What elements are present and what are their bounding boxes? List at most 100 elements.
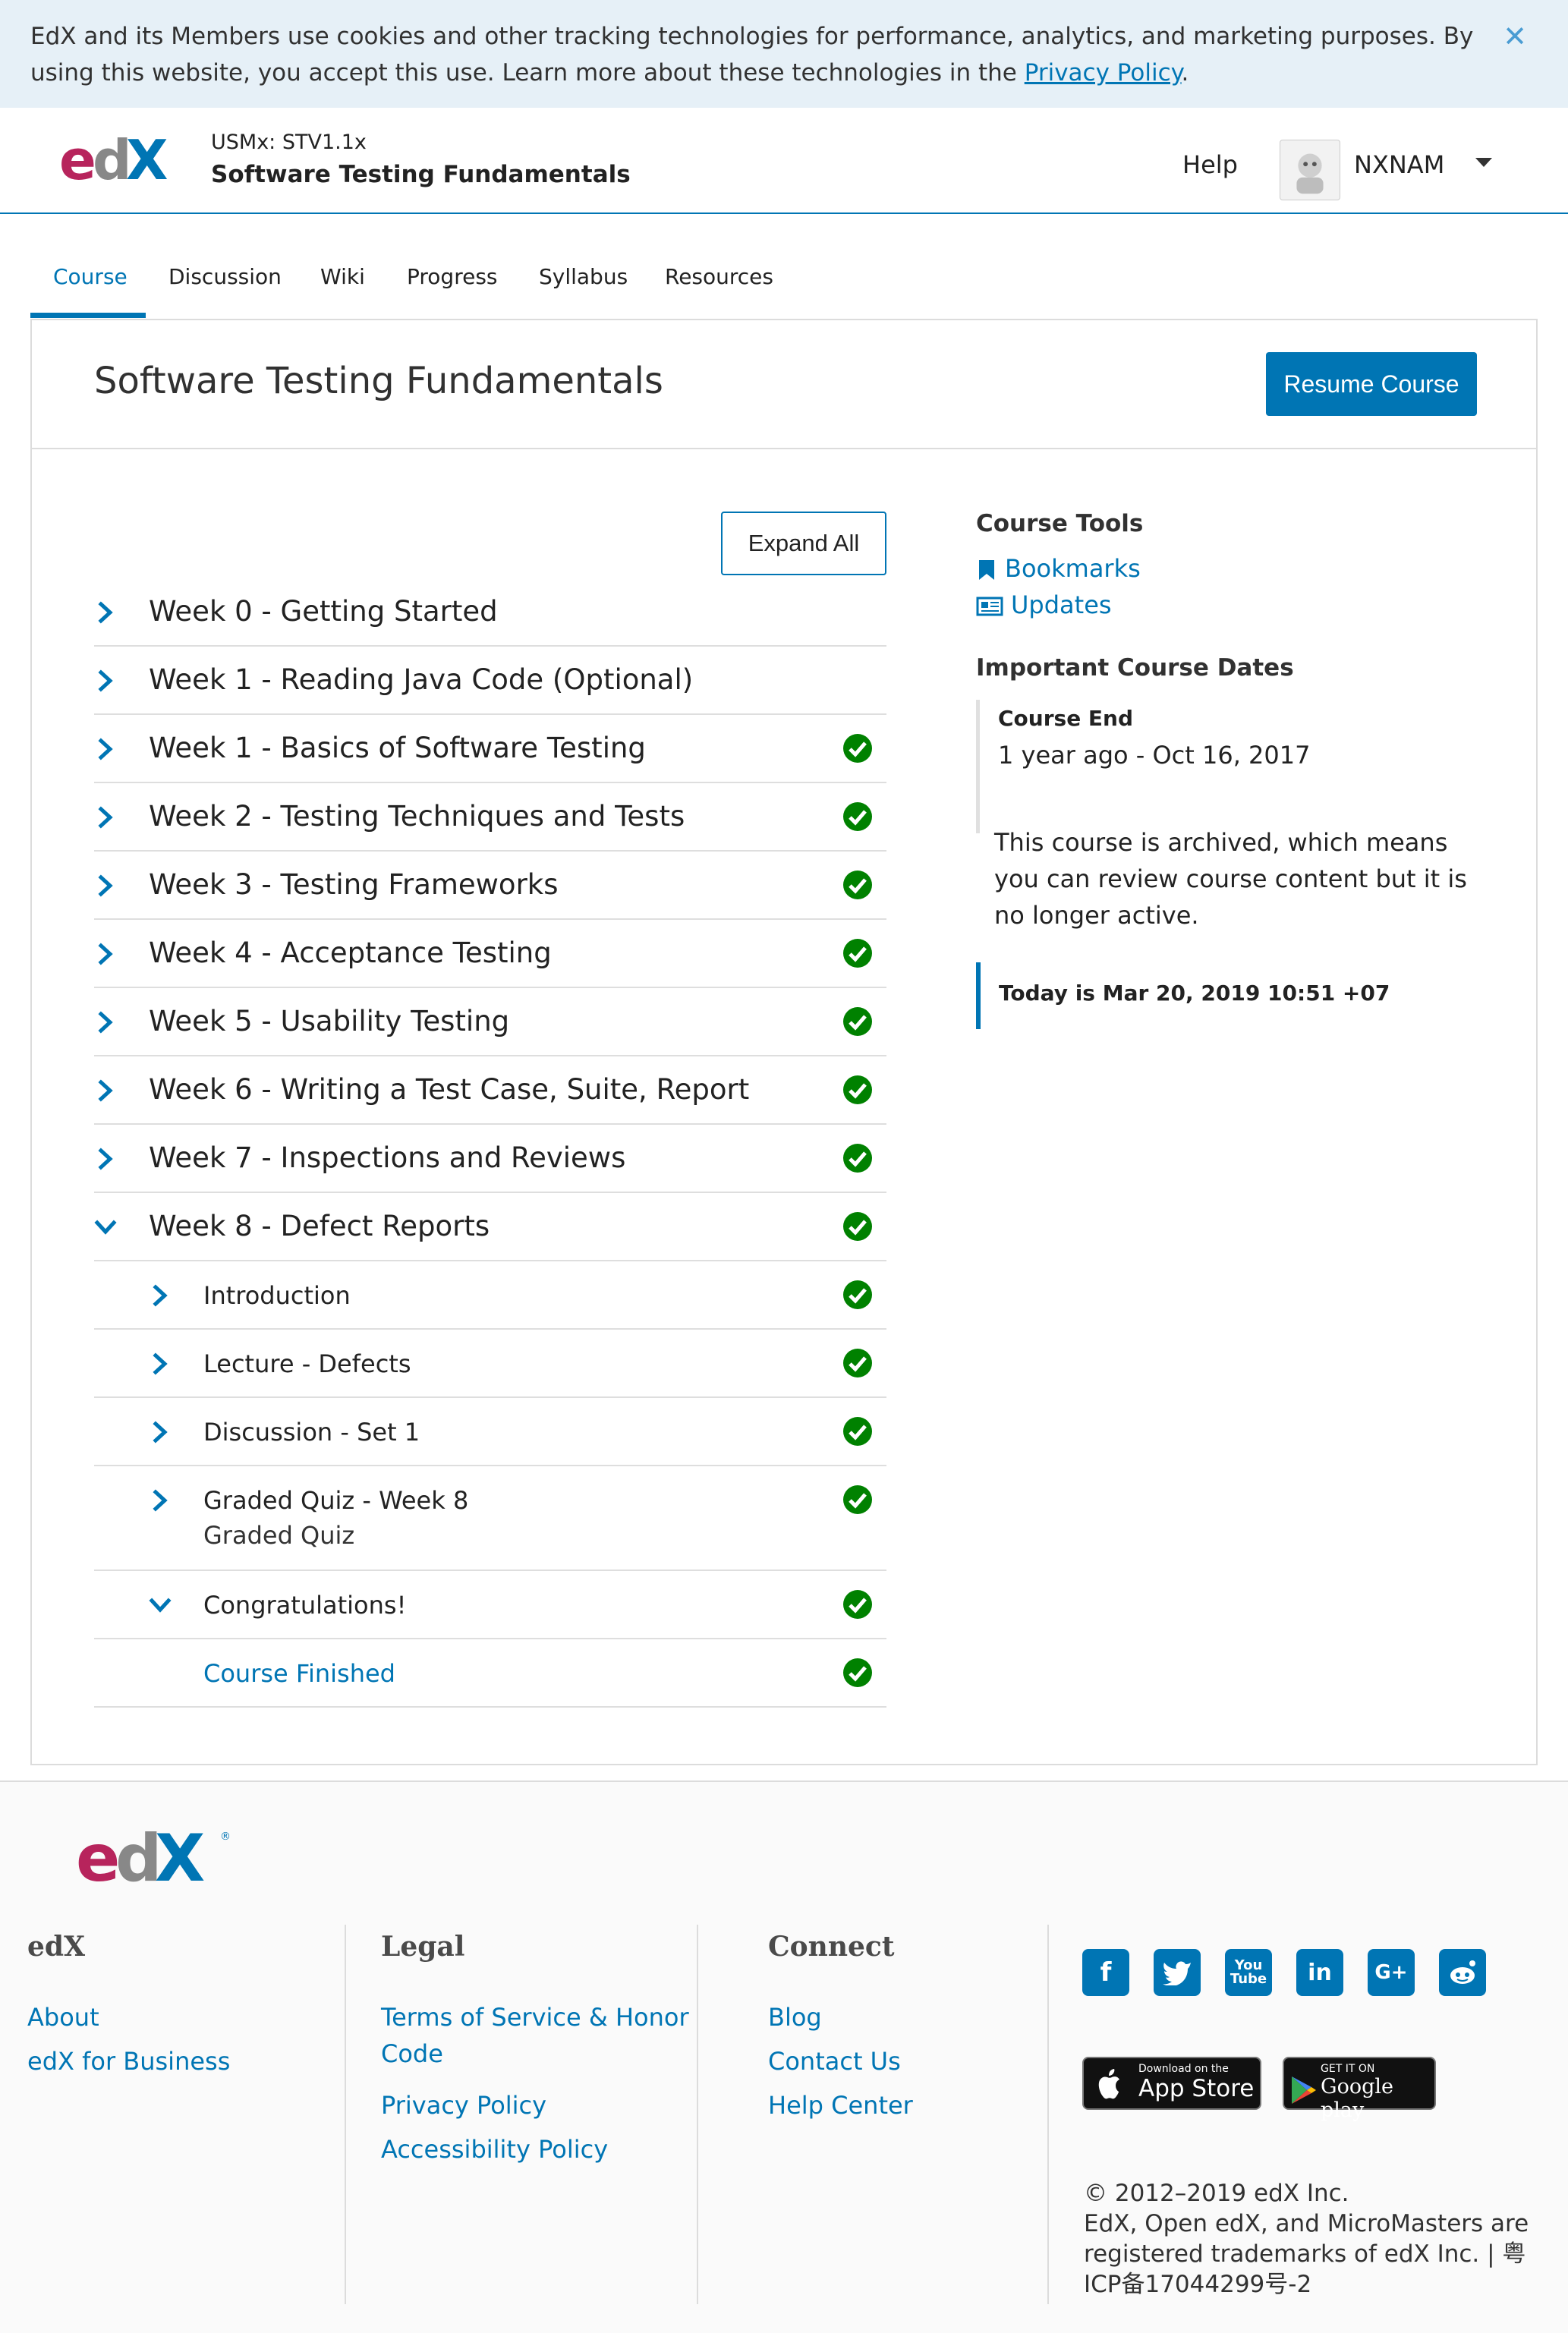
privacy-policy-link[interactable]: Privacy Policy <box>1025 59 1182 87</box>
outline-subsection[interactable]: Congratulations! <box>94 1571 886 1639</box>
user-menu-caret-icon[interactable] <box>1475 158 1492 167</box>
today-block: Today is Mar 20, 2019 10:51 +07 <box>976 962 1492 1029</box>
footer-business-link[interactable]: edX for Business <box>27 2043 230 2080</box>
cookie-text: EdX and its Members use cookies and othe… <box>30 18 1503 91</box>
outline-section[interactable]: Week 1 - Reading Java Code (Optional) <box>94 647 886 715</box>
edx-logo[interactable]: e d X <box>59 131 188 191</box>
footer-accessibility-link[interactable]: Accessibility Policy <box>381 2131 608 2168</box>
footer-blog-link[interactable]: Blog <box>768 1999 822 2035</box>
twitter-icon[interactable] <box>1154 1949 1201 1996</box>
chevron-right-icon[interactable] <box>94 874 117 897</box>
outline-item-label: Discussion - Set 1 <box>203 1418 420 1447</box>
course-end-block: Course End 1 year ago - Oct 16, 2017 <box>976 700 1492 833</box>
important-dates-title: Important Course Dates <box>976 654 1294 682</box>
outline-section[interactable]: Week 1 - Basics of Software Testing <box>94 715 886 783</box>
course-finished-link[interactable]: Course Finished <box>203 1659 395 1688</box>
chevron-right-icon[interactable] <box>94 806 117 829</box>
footer-about-link[interactable]: About <box>27 1999 99 2035</box>
tab-resources[interactable]: Resources <box>665 264 773 289</box>
footer-edx-title: edX <box>27 1931 86 1963</box>
outline-item-label: Week 0 - Getting Started <box>149 595 498 628</box>
outline-section[interactable]: Week 5 - Usability Testing <box>94 988 886 1056</box>
chevron-right-icon[interactable] <box>149 1489 172 1512</box>
outline-section[interactable]: Week 7 - Inspections and Reviews <box>94 1125 886 1193</box>
facebook-icon[interactable]: f <box>1082 1949 1129 1996</box>
google-play-badge[interactable]: GET IT ON Google play <box>1283 2057 1436 2122</box>
outline-subsection[interactable]: Discussion - Set 1 <box>94 1398 886 1466</box>
completed-check-icon <box>842 733 873 763</box>
youtube-icon[interactable]: You Tube <box>1225 1949 1272 1996</box>
course-tools-title: Course Tools <box>976 510 1144 537</box>
completed-check-icon <box>842 938 873 968</box>
chevron-right-icon[interactable] <box>94 669 117 692</box>
appstore-small-text: Download on the <box>1138 2063 1229 2075</box>
bookmarks-link[interactable]: Bookmarks <box>976 554 1141 583</box>
site-header: e d X USMx: STV1.1x Software Testing Fun… <box>0 108 1568 214</box>
chevron-down-icon[interactable] <box>149 1594 172 1617</box>
outline-item-label: Week 3 - Testing Frameworks <box>149 868 559 901</box>
resume-course-button[interactable]: Resume Course <box>1266 352 1477 416</box>
completed-check-icon <box>842 870 873 900</box>
chevron-down-icon[interactable] <box>94 1216 117 1239</box>
chevron-right-icon[interactable] <box>94 1079 117 1102</box>
avatar[interactable] <box>1280 140 1340 200</box>
updates-label: Updates <box>1011 590 1112 619</box>
reddit-icon[interactable] <box>1439 1949 1486 1996</box>
course-end-value: 1 year ago - Oct 16, 2017 <box>998 741 1311 770</box>
footer-edx-logo[interactable]: e d X ® <box>76 1823 235 1891</box>
google-plus-icon[interactable]: G+ <box>1368 1949 1415 1996</box>
close-icon[interactable]: ✕ <box>1503 20 1527 53</box>
tab-syllabus[interactable]: Syllabus <box>539 264 628 289</box>
outline-section[interactable]: Week 3 - Testing Frameworks <box>94 852 886 920</box>
tab-discussion[interactable]: Discussion <box>168 264 282 289</box>
chevron-right-icon[interactable] <box>94 1011 117 1034</box>
outline-item-label: Week 4 - Acceptance Testing <box>149 937 552 969</box>
outline-subsection[interactable]: Graded Quiz - Week 8 Graded Quiz <box>94 1466 886 1571</box>
tab-course[interactable]: Course <box>53 264 128 289</box>
tab-wiki[interactable]: Wiki <box>320 264 365 289</box>
footer-divider <box>345 1925 346 2304</box>
outline-item-label: Week 1 - Reading Java Code (Optional) <box>149 663 694 696</box>
reddit-alien-glyph <box>1450 1960 1475 1984</box>
outline-subsection[interactable]: Course Finished <box>94 1639 886 1708</box>
outline-section[interactable]: Week 8 - Defect Reports <box>94 1193 886 1261</box>
expand-all-button[interactable]: Expand All <box>721 512 886 575</box>
bookmark-icon <box>979 560 994 580</box>
outline-section[interactable]: Week 2 - Testing Techniques and Tests <box>94 783 886 852</box>
footer-terms-link[interactable]: Terms of Service & Honor Code <box>381 1999 700 2072</box>
help-link[interactable]: Help <box>1182 150 1238 179</box>
footer-contact-link[interactable]: Contact Us <box>768 2043 901 2080</box>
twitter-bird-glyph <box>1163 1961 1191 1985</box>
footer-help-center-link[interactable]: Help Center <box>768 2087 913 2124</box>
updates-link[interactable]: Updates <box>976 590 1112 619</box>
chevron-right-icon[interactable] <box>149 1352 172 1375</box>
outline-section[interactable]: Week 4 - Acceptance Testing <box>94 920 886 988</box>
outline-subsection[interactable]: Introduction <box>94 1261 886 1330</box>
completed-check-icon <box>842 1006 873 1037</box>
outline-item-label: Introduction <box>203 1281 351 1310</box>
completed-check-icon <box>842 1589 873 1620</box>
chevron-right-icon[interactable] <box>149 1284 172 1307</box>
footer-privacy-link[interactable]: Privacy Policy <box>381 2087 546 2124</box>
chevron-right-icon[interactable] <box>94 601 117 624</box>
outline-item-label: Congratulations! <box>203 1591 407 1620</box>
chevron-right-icon[interactable] <box>94 738 117 760</box>
username[interactable]: NXNAM <box>1354 150 1444 179</box>
linkedin-icon[interactable]: in <box>1296 1949 1343 1996</box>
appstore-big-text: App Store <box>1138 2075 1255 2102</box>
outline-subsection[interactable]: Lecture - Defects <box>94 1330 886 1398</box>
completed-check-icon <box>842 1075 873 1105</box>
chevron-right-icon[interactable] <box>149 1421 172 1444</box>
app-store-badge[interactable]: Download on the App Store <box>1082 2057 1261 2110</box>
outline-section[interactable]: Week 0 - Getting Started <box>94 578 886 647</box>
chevron-right-icon[interactable] <box>94 943 117 965</box>
chevron-right-icon[interactable] <box>94 1148 117 1170</box>
archived-notice: This course is archived, which means you… <box>994 828 1467 930</box>
avatar-image <box>1296 153 1324 194</box>
outline-section[interactable]: Week 6 - Writing a Test Case, Suite, Rep… <box>94 1056 886 1125</box>
copyright-line: © 2012–2019 edX Inc. <box>1084 2180 1349 2207</box>
completed-check-icon <box>842 1280 873 1310</box>
outline-item-label: Week 8 - Defect Reports <box>149 1210 490 1242</box>
tab-progress[interactable]: Progress <box>407 264 498 289</box>
course-outline: Week 0 - Getting Started Week 1 - Reading… <box>94 578 886 1708</box>
